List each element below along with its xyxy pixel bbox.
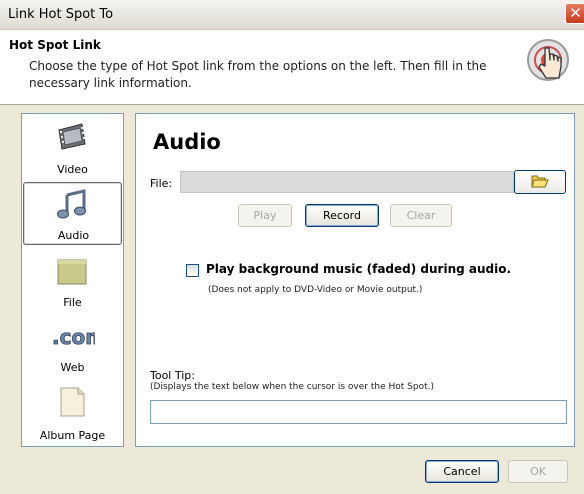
sidebar-item-label: Web — [60, 361, 85, 374]
tooltip-note: (Displays the text below when the cursor… — [150, 382, 434, 392]
tooltip-field[interactable] — [150, 400, 567, 424]
music-note-icon — [57, 189, 89, 222]
page-icon — [56, 387, 88, 420]
browse-file-button[interactable] — [514, 170, 566, 194]
header-description: Choose the type of Hot Spot link from th… — [29, 59, 487, 90]
link-type-sidebar: Video Audio File .co Web Album Page — [21, 113, 124, 447]
link-hot-spot-dialog: Link Hot Spot To ✕ Hot Spot Link Choose … — [0, 0, 584, 494]
panel-title: Audio — [153, 130, 221, 154]
record-button[interactable]: Record — [305, 204, 379, 227]
video-film-icon — [56, 122, 88, 153]
sidebar-item-web[interactable]: .com Web — [23, 318, 122, 384]
background-music-note: (Does not apply to DVD-Video or Movie ou… — [208, 285, 423, 295]
background-music-checkbox[interactable] — [186, 264, 199, 277]
open-folder-icon — [531, 174, 549, 191]
sidebar-item-label: Video — [57, 163, 88, 176]
window-title: Link Hot Spot To — [8, 7, 114, 22]
cancel-button[interactable]: Cancel — [425, 460, 499, 483]
file-label: File: — [150, 177, 173, 190]
svg-text:.com: .com — [52, 325, 95, 349]
sidebar-item-label: File — [63, 296, 82, 309]
sidebar-item-album-page[interactable]: Album Page — [23, 385, 122, 447]
sidebar-item-audio[interactable]: Audio — [23, 182, 122, 245]
sidebar-item-label: Album Page — [39, 429, 106, 442]
background-music-label[interactable]: Play background music (faded) during aud… — [206, 262, 511, 276]
header-band: Hot Spot Link Choose the type of Hot Spo… — [0, 30, 584, 105]
hand-pointer-icon — [523, 36, 573, 86]
ok-button[interactable]: OK — [508, 460, 568, 483]
tooltip-label: Tool Tip: — [150, 369, 195, 382]
header-title: Hot Spot Link — [9, 38, 101, 52]
file-path-field[interactable] — [180, 171, 514, 193]
sidebar-item-file[interactable]: File — [23, 250, 122, 316]
dot-com-icon: .com — [49, 322, 107, 353]
sidebar-item-label: Audio — [57, 229, 90, 242]
title-bar: Link Hot Spot To ✕ — [0, 0, 584, 30]
sidebar-item-video[interactable]: Video — [23, 116, 122, 182]
folder-icon — [56, 256, 88, 289]
audio-panel: Audio File: Play Record Clear Play backg… — [135, 113, 575, 447]
close-icon: ✕ — [569, 4, 582, 22]
play-button[interactable]: Play — [238, 204, 292, 227]
close-button[interactable]: ✕ — [565, 3, 584, 24]
clear-button[interactable]: Clear — [390, 204, 452, 227]
